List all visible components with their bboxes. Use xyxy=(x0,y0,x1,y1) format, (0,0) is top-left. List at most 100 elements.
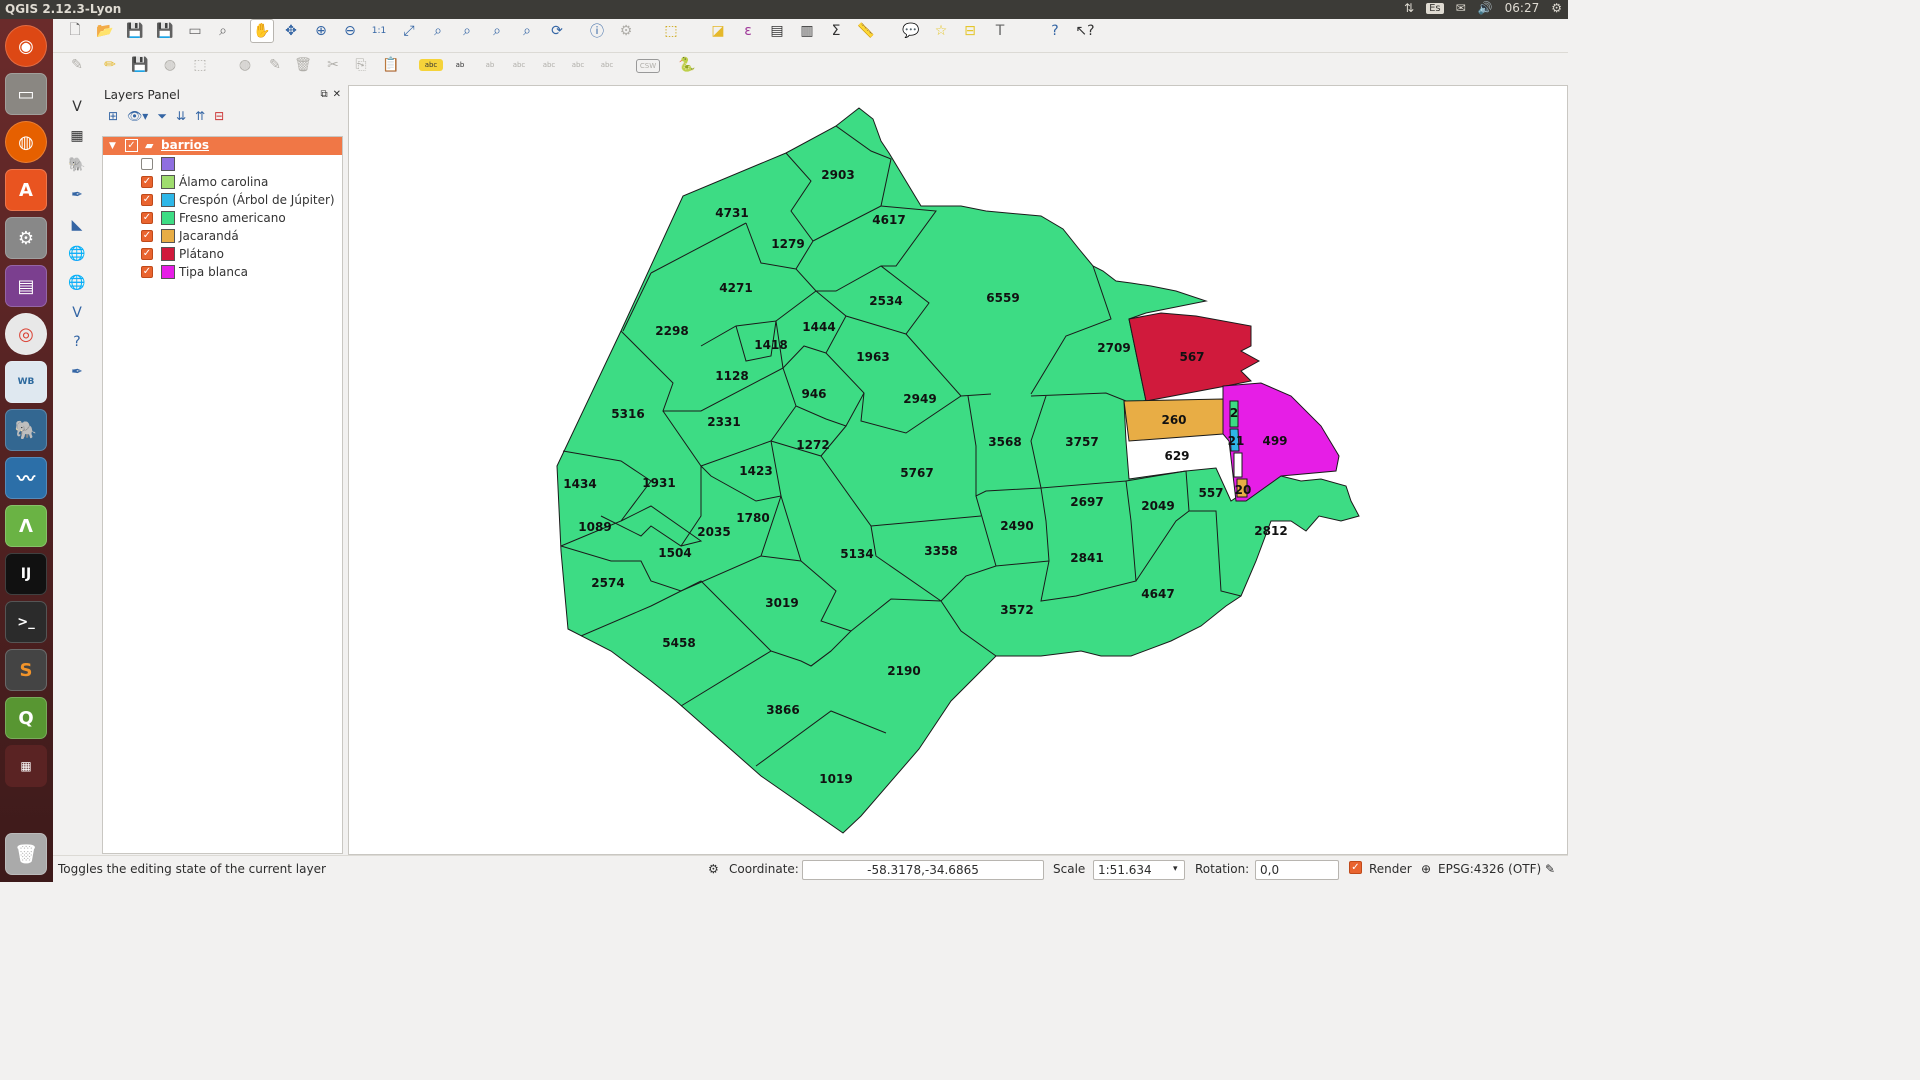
python-console-icon[interactable]: 🐍 xyxy=(675,53,699,77)
show-bookmarks-icon[interactable]: ⊟ xyxy=(958,19,982,43)
android-studio-app-icon[interactable]: Λ xyxy=(5,505,47,547)
legend-item-checkbox[interactable] xyxy=(141,158,153,170)
crs-status[interactable]: EPSG:4326 (OTF) xyxy=(1438,862,1541,876)
pan-to-selection-icon[interactable]: ✥ xyxy=(279,19,303,43)
system-monitor-app-icon[interactable]: 〰 xyxy=(5,457,47,499)
new-bookmark-icon[interactable]: ☆ xyxy=(929,19,953,43)
files-app-icon[interactable]: ▭ xyxy=(5,73,47,115)
zoom-layer-icon[interactable]: ⌕ xyxy=(455,19,479,43)
copy-features-icon[interactable]: ⎘ xyxy=(349,53,373,77)
add-spatialite-layer-icon[interactable]: ✒ xyxy=(65,183,89,207)
add-wcs-layer-icon[interactable]: 🌐 xyxy=(65,271,89,295)
select-by-expression-icon[interactable]: ε xyxy=(736,19,760,43)
zoom-full-icon[interactable]: ⤢ xyxy=(397,19,421,43)
legend-item[interactable]: ✓ Plátano xyxy=(103,245,342,263)
collapse-arrow-icon[interactable]: ▼ xyxy=(109,141,116,151)
map-svg[interactable]: 2903 4731 4617 1279 4271 2534 6559 2298 1444 1418… xyxy=(349,86,1568,855)
close-panel-icon[interactable]: ✕ xyxy=(333,89,341,100)
settings-gear-icon[interactable]: ⚙ xyxy=(1551,1,1562,15)
scale-dropdown-icon[interactable]: ▾ xyxy=(1173,864,1178,874)
show-hide-label-icon[interactable]: abc xyxy=(537,53,561,77)
system-settings-app-icon[interactable]: ⚙ xyxy=(5,217,47,259)
toggle-extents-icon[interactable]: ⚙ xyxy=(708,862,719,876)
statistical-summary-icon[interactable]: Σ xyxy=(824,19,848,43)
render-checkbox[interactable]: ✓ xyxy=(1349,861,1362,874)
coordinate-field[interactable]: -58.3178,-34.6865 xyxy=(802,860,1044,880)
add-wms-layer-icon[interactable]: 🌐 xyxy=(65,242,89,266)
legend-item-checkbox[interactable]: ✓ xyxy=(141,266,153,278)
save-project-icon[interactable]: 💾 xyxy=(123,19,147,43)
add-group-icon[interactable]: ⊞ xyxy=(108,109,118,124)
move-label-icon[interactable]: abc xyxy=(566,53,590,77)
legend-item[interactable]: ✓ Crespón (Árbol de Júpiter) xyxy=(103,191,342,209)
workspace-switcher-icon[interactable]: ▤ xyxy=(5,265,47,307)
layer-labeling-icon[interactable]: abc xyxy=(419,59,443,71)
legend-item-checkbox[interactable]: ✓ xyxy=(141,176,153,188)
help-icon[interactable]: ? xyxy=(1043,19,1067,43)
manage-visibility-icon[interactable]: 👁▾ xyxy=(127,109,148,124)
legend-item-checkbox[interactable]: ✓ xyxy=(141,248,153,260)
map-tips-icon[interactable]: 💬 xyxy=(899,19,923,43)
csw-icon[interactable]: CSW xyxy=(636,59,660,73)
legend-item[interactable]: ✓ Fresno americano xyxy=(103,209,342,227)
add-feature-icon[interactable]: ◍ xyxy=(158,53,182,77)
collapse-all-icon[interactable]: ⇈ xyxy=(195,109,205,124)
zoom-native-icon[interactable]: 1:1 xyxy=(367,19,391,43)
pgadmin-app-icon[interactable]: 🐘 xyxy=(5,409,47,451)
legend-item-checkbox[interactable]: ✓ xyxy=(141,212,153,224)
zoom-last-icon[interactable]: ⌕ xyxy=(485,19,509,43)
firefox-app-icon[interactable]: ◍ xyxy=(5,121,47,163)
layer-diagram-icon[interactable]: ab xyxy=(448,53,472,77)
whats-this-icon[interactable]: ↖? xyxy=(1073,19,1097,43)
chrome-app-icon[interactable]: ◎ xyxy=(5,313,47,355)
sublime-text-app-icon[interactable]: S xyxy=(5,649,47,691)
terminal-app-icon[interactable]: >_ xyxy=(5,601,47,643)
highlight-label-icon[interactable]: ab xyxy=(478,53,502,77)
delete-selected-icon[interactable]: 🗑 xyxy=(291,53,315,77)
field-calculator-icon[interactable]: ▥ xyxy=(795,19,819,43)
ubuntu-dash-icon[interactable]: ◉ xyxy=(5,25,47,67)
workspaces-icon[interactable]: ▦ xyxy=(5,745,47,787)
add-delimited-text-layer-icon[interactable]: ? xyxy=(65,330,89,354)
layer-tree[interactable]: ▼ ✓ ▰ barrios ✓ Álamo carolina ✓ Crespón (Á… xyxy=(102,136,343,854)
deselect-features-icon[interactable]: ◪ xyxy=(706,19,730,43)
qgis-app-icon[interactable]: Q xyxy=(5,697,47,739)
refresh-icon[interactable]: ⟳ xyxy=(545,19,569,43)
select-features-icon[interactable]: ⬚ xyxy=(659,19,683,43)
rotation-field[interactable]: 0,0 xyxy=(1255,860,1339,880)
map-canvas[interactable]: 2903 4731 4617 1279 4271 2534 6559 2298 1444 1418… xyxy=(348,85,1568,855)
legend-item-checkbox[interactable]: ✓ xyxy=(141,230,153,242)
cut-features-icon[interactable]: ✂ xyxy=(321,53,345,77)
zoom-next-icon[interactable]: ⌕ xyxy=(515,19,539,43)
move-feature-icon[interactable]: ⬚ xyxy=(188,53,212,77)
add-raster-layer-icon[interactable]: ▦ xyxy=(65,124,89,148)
legend-item-checkbox[interactable]: ✓ xyxy=(141,194,153,206)
scale-field[interactable]: 1:51.634 xyxy=(1093,860,1185,880)
remove-layer-icon[interactable]: ⊟ xyxy=(214,109,224,124)
crs-globe-icon[interactable]: ⊕ xyxy=(1421,862,1431,876)
keyboard-layout-indicator[interactable]: Es xyxy=(1426,2,1444,14)
zoom-in-icon[interactable]: ⊕ xyxy=(309,19,333,43)
node-tool-icon[interactable]: ◍ xyxy=(233,53,257,77)
filter-legend-icon[interactable]: ⏷ xyxy=(157,109,167,124)
rotate-label-icon[interactable]: abc xyxy=(595,53,619,77)
intellij-app-icon[interactable]: IJ xyxy=(5,553,47,595)
volume-icon[interactable]: 🔊 xyxy=(1478,1,1493,15)
current-edits-icon[interactable]: ✎ xyxy=(65,53,89,77)
legend-item[interactable]: ✓ Tipa blanca xyxy=(103,263,342,281)
pin-label-icon[interactable]: abc xyxy=(507,53,531,77)
software-center-app-icon[interactable]: A xyxy=(5,169,47,211)
paste-features-icon[interactable]: 📋 xyxy=(379,53,403,77)
add-wfs-layer-icon[interactable]: V xyxy=(65,301,89,325)
measure-line-icon[interactable]: 📏 xyxy=(854,19,878,43)
new-shapefile-layer-icon[interactable]: ✒ xyxy=(65,360,89,384)
trash-icon[interactable]: 🗑 xyxy=(5,833,47,875)
legend-item[interactable]: ✓ Álamo carolina xyxy=(103,173,342,191)
open-project-icon[interactable]: 📂 xyxy=(93,19,117,43)
text-annotation-icon[interactable]: T xyxy=(988,19,1012,43)
network-icon[interactable]: ⇅ xyxy=(1404,1,1414,15)
mysql-workbench-app-icon[interactable]: WB xyxy=(5,361,47,403)
run-feature-action-icon[interactable]: ⚙ xyxy=(614,19,638,43)
zoom-selection-icon[interactable]: ⌕ xyxy=(426,19,450,43)
clock[interactable]: 06:27 xyxy=(1505,1,1540,15)
